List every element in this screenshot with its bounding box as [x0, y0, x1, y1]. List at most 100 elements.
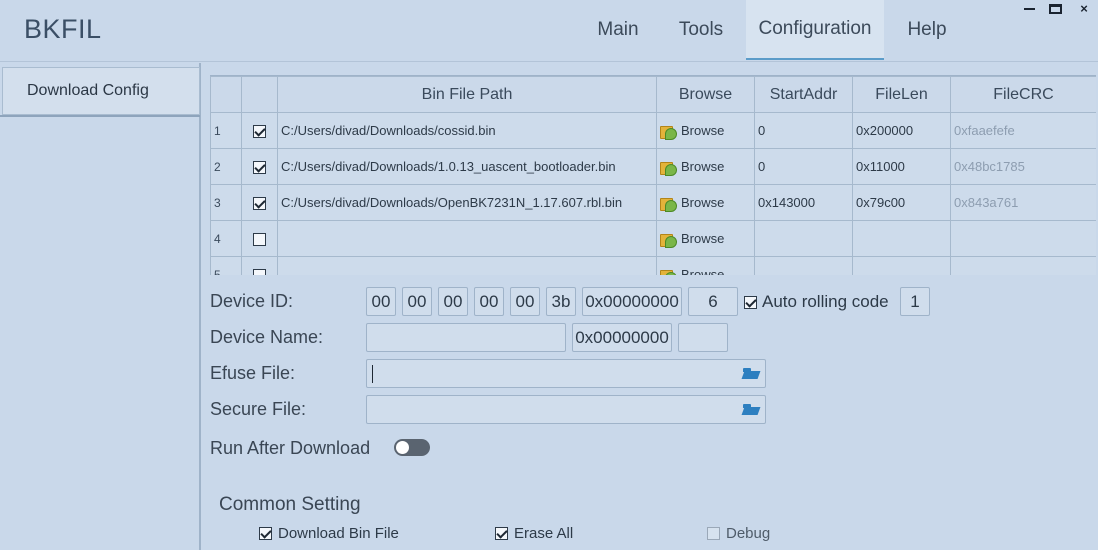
row-checkbox[interactable] — [253, 233, 266, 247]
run-after-download-toggle[interactable] — [394, 439, 430, 456]
bin-file-path-cell[interactable]: C:/Users/divad/Downloads/1.0.13_uascent_… — [277, 148, 657, 185]
bin-file-table: Bin File Path Browse StartAddr FileLen F… — [210, 75, 1096, 275]
menu-configuration[interactable]: Configuration — [746, 0, 884, 60]
browse-cell: Browse — [656, 148, 755, 185]
browse-button[interactable]: Browse — [660, 231, 754, 248]
row-index: 3 — [210, 184, 242, 221]
col-header-select — [241, 76, 278, 113]
file-len-cell — [852, 220, 951, 257]
file-len-cell: 0x11000 — [852, 148, 951, 185]
browse-label: Browse — [681, 123, 725, 138]
download-bin-file-label: Download Bin File — [278, 525, 399, 542]
row-index: 2 — [210, 148, 242, 185]
checkbox-icon — [495, 527, 508, 540]
device-id-byte-4[interactable]: 00 — [474, 287, 504, 316]
browse-folder-icon — [660, 268, 677, 275]
browse-button[interactable]: Browse — [660, 123, 754, 140]
bin-file-path-cell[interactable] — [277, 256, 657, 275]
file-len-cell: 0x200000 — [852, 112, 951, 149]
debug-checkbox[interactable]: Debug — [707, 525, 770, 542]
run-after-download-label: Run After Download — [210, 438, 371, 458]
row-select-cell — [241, 148, 278, 185]
row-select-cell — [241, 112, 278, 149]
device-id-byte-5[interactable]: 00 — [510, 287, 540, 316]
browse-cell: Browse — [656, 220, 755, 257]
device-id-hex-field[interactable]: 0x00000000 — [582, 287, 682, 316]
row-select-cell — [241, 256, 278, 275]
table-row: 1 C:/Users/divad/Downloads/cossid.bin Brow… — [210, 112, 1096, 149]
file-crc-cell — [950, 256, 1096, 275]
folder-open-icon[interactable] — [743, 368, 759, 380]
row-index: 4 — [210, 220, 242, 257]
table-row: 4 Browse — [210, 220, 1096, 257]
row-checkbox[interactable] — [253, 269, 266, 275]
row-index: 5 — [210, 256, 242, 275]
device-name-extra-field[interactable] — [678, 323, 728, 352]
device-id-byte-3[interactable]: 00 — [438, 287, 468, 316]
efuse-file-input[interactable] — [366, 359, 766, 388]
bin-file-path-cell[interactable]: C:/Users/divad/Downloads/OpenBK7231N_1.1… — [277, 184, 657, 221]
device-id-byte-6[interactable]: 3b — [546, 287, 576, 316]
sidebar-item-download-config[interactable]: Download Config — [2, 67, 200, 115]
table-row: 5 Browse — [210, 256, 1096, 275]
file-crc-cell — [950, 220, 1096, 257]
auto-rolling-code-checkbox[interactable]: Auto rolling code — [744, 292, 889, 312]
menu-tools[interactable]: Tools — [656, 0, 746, 60]
download-bin-file-checkbox[interactable]: Download Bin File — [259, 525, 399, 542]
start-addr-cell[interactable] — [754, 256, 853, 275]
erase-all-checkbox[interactable]: Erase All — [495, 525, 573, 542]
row-checkbox[interactable] — [253, 197, 266, 211]
bin-file-path-cell[interactable]: C:/Users/divad/Downloads/cossid.bin — [277, 112, 657, 149]
menu-help[interactable]: Help — [884, 0, 970, 60]
browse-button[interactable]: Browse — [660, 159, 754, 176]
browse-button[interactable]: Browse — [660, 195, 754, 212]
table-row: 2 C:/Users/divad/Downloads/1.0.13_uascent… — [210, 148, 1096, 185]
device-id-byte-2[interactable]: 00 — [402, 287, 432, 316]
device-id-count-field[interactable]: 6 — [688, 287, 738, 316]
main-menu: Main Tools Configuration Help — [580, 0, 970, 62]
file-crc-cell: 0x48bc1785 — [950, 148, 1096, 185]
browse-label: Browse — [681, 195, 725, 210]
device-name-input[interactable] — [366, 323, 566, 352]
row-checkbox[interactable] — [253, 161, 266, 175]
start-addr-cell[interactable]: 0 — [754, 148, 853, 185]
bin-file-path-cell[interactable] — [277, 220, 657, 257]
close-icon[interactable]: × — [1076, 0, 1092, 18]
maximize-icon[interactable] — [1049, 4, 1062, 14]
title-bar: BKFIL Main Tools Configuration Help × — [0, 0, 1098, 62]
checkbox-icon — [259, 527, 272, 540]
device-name-label: Device Name: — [210, 327, 324, 347]
erase-all-label: Erase All — [514, 525, 574, 542]
window-controls: × — [1024, 0, 1092, 18]
browse-cell: Browse — [656, 256, 755, 275]
sidebar: Download Config — [0, 63, 201, 550]
device-id-byte-1[interactable]: 00 — [366, 287, 396, 316]
auto-rolling-code-value[interactable]: 1 — [900, 287, 930, 316]
browse-button[interactable]: Browse — [660, 267, 754, 275]
browse-folder-icon — [660, 124, 677, 140]
text-cursor — [372, 365, 373, 383]
browse-label: Browse — [681, 231, 725, 246]
minimize-icon[interactable] — [1024, 8, 1035, 10]
file-crc-cell: 0xfaaefefe — [950, 112, 1096, 149]
row-select-cell — [241, 220, 278, 257]
file-crc-cell: 0x843a761 — [950, 184, 1096, 221]
start-addr-cell[interactable]: 0 — [754, 112, 853, 149]
efuse-file-label: Efuse File: — [210, 363, 296, 383]
auto-rolling-code-label: Auto rolling code — [762, 292, 889, 311]
folder-open-icon[interactable] — [743, 404, 759, 416]
row-index: 1 — [210, 112, 242, 149]
browse-label: Browse — [681, 267, 725, 275]
device-name-hex-field[interactable]: 0x00000000 — [572, 323, 672, 352]
common-setting-title: Common Setting — [219, 494, 361, 515]
start-addr-cell[interactable]: 0x143000 — [754, 184, 853, 221]
menu-main[interactable]: Main — [580, 0, 656, 60]
col-header-file-len: FileLen — [852, 76, 951, 113]
secure-file-input[interactable] — [366, 395, 766, 424]
sidebar-divider — [0, 115, 200, 117]
device-id-label: Device ID: — [210, 291, 294, 311]
row-checkbox[interactable] — [253, 125, 266, 139]
row-select-cell — [241, 184, 278, 221]
start-addr-cell[interactable] — [754, 220, 853, 257]
debug-label: Debug — [726, 525, 771, 542]
